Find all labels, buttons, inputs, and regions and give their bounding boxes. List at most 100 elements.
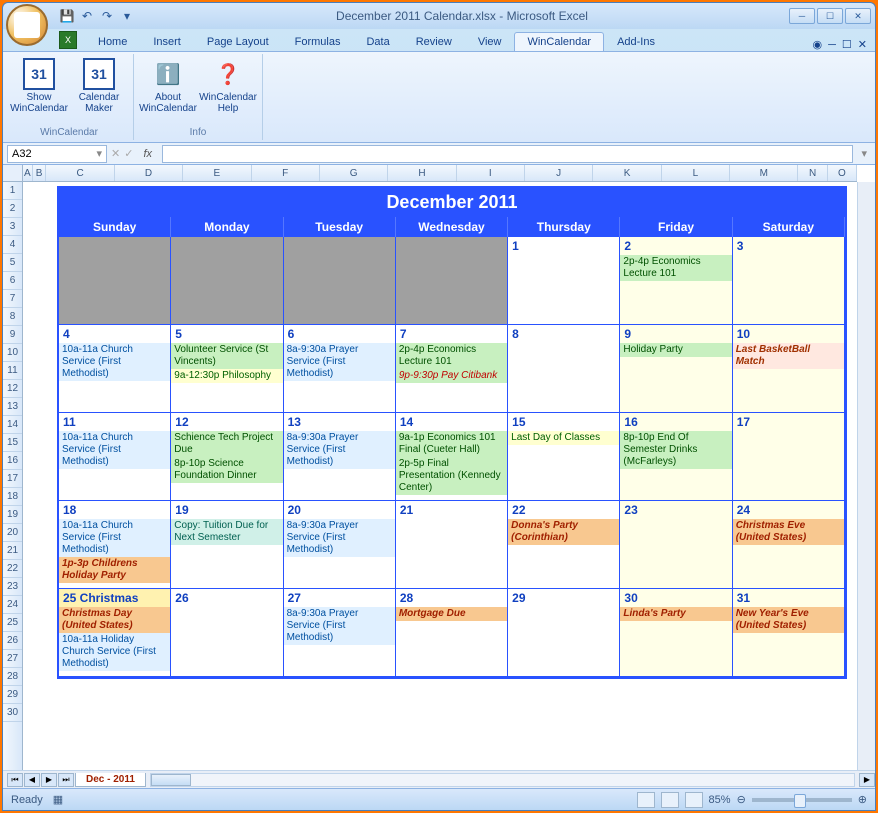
zoom-level[interactable]: 85% (709, 794, 731, 806)
calendar-cell[interactable]: 5Volunteer Service (St Vincents)9a-12:30… (171, 325, 283, 413)
maximize-button[interactable]: ☐ (817, 8, 843, 24)
first-sheet-button[interactable]: ⏮ (7, 773, 23, 787)
formula-input[interactable] (162, 145, 853, 163)
redo-icon[interactable]: ↷ (99, 8, 115, 24)
macro-icon[interactable]: ▦ (53, 793, 63, 806)
calendar-cell[interactable] (171, 237, 283, 325)
calendar-event[interactable]: Volunteer Service (St Vincents) (171, 343, 282, 369)
ribbon-tab-review[interactable]: Review (403, 32, 465, 51)
calendar-cell[interactable]: 23 (620, 501, 732, 589)
calendar-event[interactable]: Copy: Tuition Due for Next Semester (171, 519, 282, 545)
about-wincalendar-button[interactable]: ℹ️About WinCalendar (140, 56, 196, 116)
calendar-event[interactable]: Donna's Party (Corinthian) (508, 519, 619, 545)
calendar-cell[interactable]: 21 (396, 501, 508, 589)
calendar-cell[interactable]: 410a-11a Church Service (First Methodist… (59, 325, 171, 413)
calendar-cell[interactable]: 1110a-11a Church Service (First Methodis… (59, 413, 171, 501)
calendar-event[interactable]: 9a-1p Economics 101 Final (Cueter Hall) (396, 431, 507, 457)
ribbon-tab-insert[interactable]: Insert (140, 32, 194, 51)
calendar-cell[interactable]: 15Last Day of Classes (508, 413, 620, 501)
row-header[interactable]: 16 (3, 452, 22, 470)
calendar-event[interactable]: 8p-10p Science Foundation Dinner (171, 457, 282, 483)
ribbon-tab-formulas[interactable]: Formulas (282, 32, 354, 51)
calendar-cell[interactable]: 1810a-11a Church Service (First Methodis… (59, 501, 171, 589)
row-header[interactable]: 4 (3, 236, 22, 254)
calendar-event[interactable]: 2p-4p Economics Lecture 101 (620, 255, 731, 281)
normal-view-button[interactable] (637, 792, 655, 808)
calendar-cell[interactable]: 68a-9:30a Prayer Service (First Methodis… (284, 325, 396, 413)
calendar-event[interactable]: Christmas Eve (United States) (733, 519, 844, 545)
col-header[interactable]: I (457, 165, 525, 181)
calendar-event[interactable]: Last Day of Classes (508, 431, 619, 445)
col-header[interactable]: O (828, 165, 857, 181)
zoom-out-button[interactable]: ⊖ (737, 793, 746, 806)
ribbon-tab-page-layout[interactable]: Page Layout (194, 32, 282, 51)
calendar-cell[interactable]: 30Linda's Party (620, 589, 732, 677)
calendar-event[interactable]: Schience Tech Project Due (171, 431, 282, 457)
row-header[interactable]: 18 (3, 488, 22, 506)
calendar-event[interactable]: 8a-9:30a Prayer Service (First Methodist… (284, 431, 395, 469)
fx-icon[interactable]: fx (137, 148, 158, 160)
doc-restore-icon[interactable]: ☐ (842, 38, 852, 51)
calendar-event[interactable]: 2p-4p Economics Lecture 101 (396, 343, 507, 369)
calendar-cell[interactable]: 31New Year's Eve (United States) (733, 589, 845, 677)
qa-dropdown-icon[interactable]: ▾ (119, 8, 135, 24)
show-wincalendar-button[interactable]: 31Show WinCalendar (11, 56, 67, 116)
row-header[interactable]: 28 (3, 668, 22, 686)
calendar-event[interactable]: 10a-11a Church Service (First Methodist) (59, 431, 170, 469)
col-header[interactable]: B (33, 165, 47, 181)
col-header[interactable]: E (183, 165, 251, 181)
calendar-event[interactable]: 8a-9:30a Prayer Service (First Methodist… (284, 343, 395, 381)
col-header[interactable]: A (23, 165, 33, 181)
row-header[interactable]: 11 (3, 362, 22, 380)
col-header[interactable]: K (593, 165, 661, 181)
calendar-maker-button[interactable]: 31Calendar Maker (71, 56, 127, 116)
row-header[interactable]: 12 (3, 380, 22, 398)
row-header[interactable]: 22 (3, 560, 22, 578)
row-header[interactable]: 27 (3, 650, 22, 668)
calendar-cell[interactable]: 12Schience Tech Project Due8p-10p Scienc… (171, 413, 283, 501)
col-header[interactable]: M (730, 165, 798, 181)
row-header[interactable]: 1 (3, 182, 22, 200)
minimize-button[interactable]: ─ (789, 8, 815, 24)
doc-close-icon[interactable]: ✕ (858, 38, 867, 51)
calendar-event[interactable]: New Year's Eve (United States) (733, 607, 844, 633)
calendar-cell[interactable]: 25 ChristmasChristmas Day (United States… (59, 589, 171, 677)
col-header[interactable]: N (798, 165, 827, 181)
calendar-event[interactable]: Last BasketBall Match (733, 343, 844, 369)
scroll-right-button[interactable]: ▶ (859, 773, 875, 787)
calendar-cell[interactable]: 138a-9:30a Prayer Service (First Methodi… (284, 413, 396, 501)
row-header[interactable]: 3 (3, 218, 22, 236)
col-header[interactable]: C (46, 165, 114, 181)
calendar-cell[interactable]: 3 (733, 237, 845, 325)
row-header[interactable]: 7 (3, 290, 22, 308)
col-header[interactable]: D (115, 165, 183, 181)
calendar-event[interactable]: 2p-5p Final Presentation (Kennedy Center… (396, 457, 507, 495)
calendar-event[interactable]: Holiday Party (620, 343, 731, 357)
zoom-slider[interactable] (752, 798, 852, 802)
calendar-event[interactable]: 8a-9:30a Prayer Service (First Methodist… (284, 607, 395, 645)
calendar-cell[interactable]: 1 (508, 237, 620, 325)
calendar-cell[interactable]: 22Donna's Party (Corinthian) (508, 501, 620, 589)
zoom-in-button[interactable]: ⊕ (858, 793, 867, 806)
calendar-cell[interactable] (59, 237, 171, 325)
cancel-icon[interactable]: ✕ (111, 147, 120, 160)
calendar-event[interactable]: 10a-11a Holiday Church Service (First Me… (59, 633, 170, 671)
select-all-corner[interactable] (3, 165, 23, 182)
vertical-scrollbar[interactable] (857, 182, 875, 770)
row-header[interactable]: 17 (3, 470, 22, 488)
calendar-event[interactable]: 9a-12:30p Philosophy (171, 369, 282, 383)
col-header[interactable]: H (388, 165, 456, 181)
col-header[interactable]: L (662, 165, 730, 181)
ribbon-tab-add-ins[interactable]: Add-Ins (604, 32, 668, 51)
calendar-cell[interactable]: 10Last BasketBall Match (733, 325, 845, 413)
row-header[interactable]: 29 (3, 686, 22, 704)
calendar-cell[interactable] (284, 237, 396, 325)
column-headers[interactable]: ABCDEFGHIJKLMNO (23, 165, 857, 182)
grid-content[interactable]: December 2011 SundayMondayTuesdayWednesd… (23, 182, 857, 770)
col-header[interactable]: J (525, 165, 593, 181)
undo-icon[interactable]: ↶ (79, 8, 95, 24)
office-button[interactable] (6, 4, 48, 46)
row-header[interactable]: 20 (3, 524, 22, 542)
wincalendar-help-button[interactable]: ❓WinCalendar Help (200, 56, 256, 116)
page-break-view-button[interactable] (685, 792, 703, 808)
